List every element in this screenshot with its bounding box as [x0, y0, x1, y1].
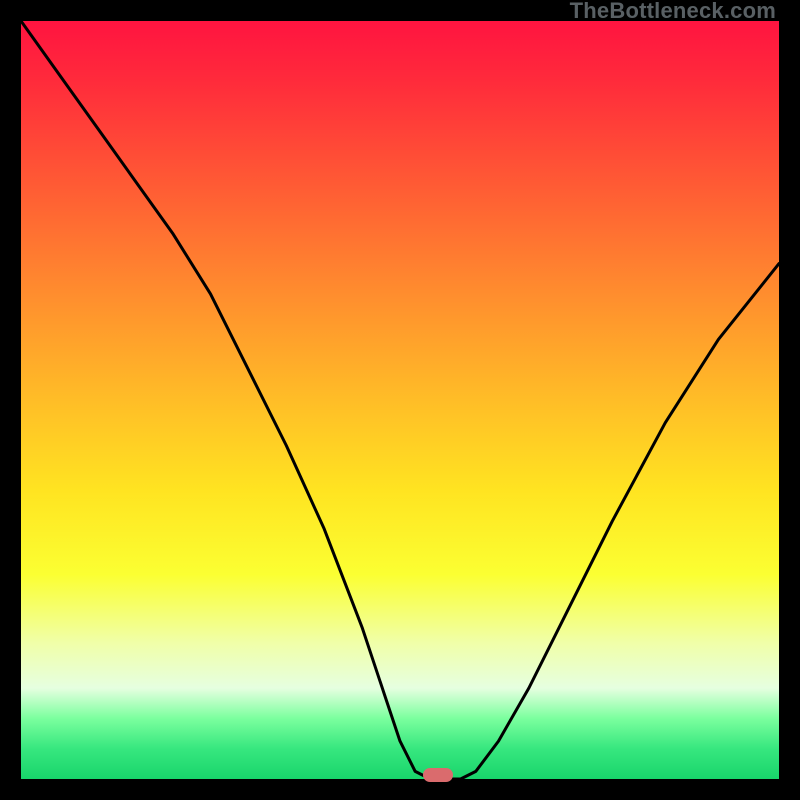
optimum-marker	[423, 768, 453, 782]
plot-area	[21, 21, 779, 779]
bottleneck-curve	[21, 21, 779, 779]
chart-frame: TheBottleneck.com	[0, 0, 800, 800]
curve-layer	[21, 21, 779, 779]
watermark-text: TheBottleneck.com	[570, 0, 776, 22]
